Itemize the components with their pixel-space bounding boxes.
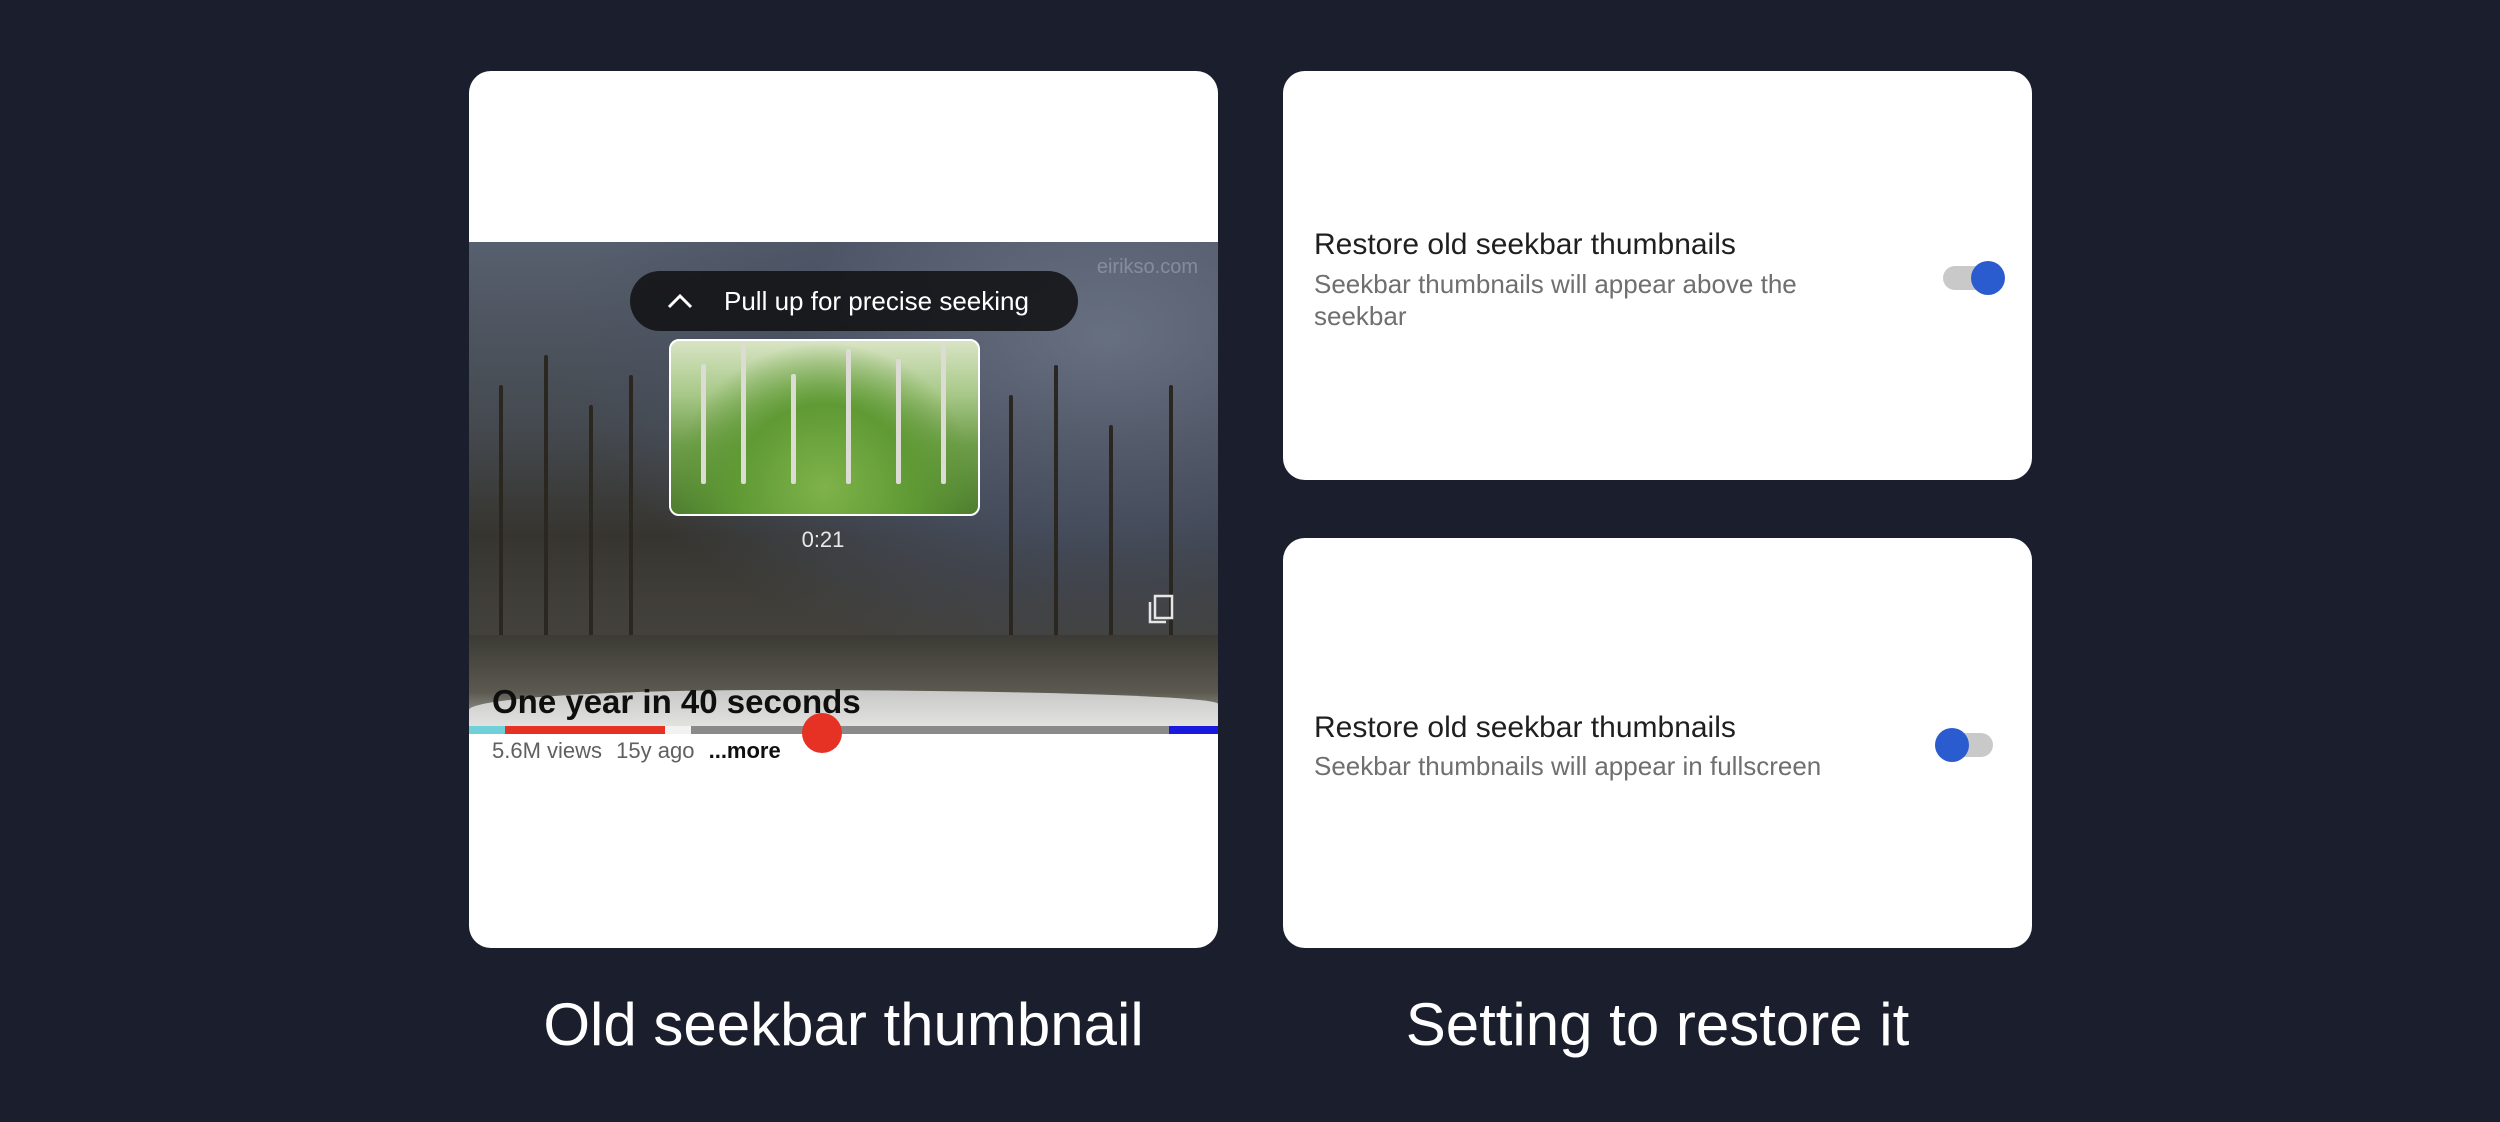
seekbar-chapter-start (469, 726, 505, 734)
precise-seeking-hint[interactable]: Pull up for precise seeking (630, 271, 1078, 331)
copy-icon[interactable] (1146, 593, 1176, 630)
setting-card-fullscreen[interactable]: Restore old seekbar thumbnails Seekbar t… (1283, 538, 2032, 948)
setting-description: Seekbar thumbnails will appear above the… (1314, 269, 1797, 331)
more-link[interactable]: ...more (709, 738, 781, 763)
upload-age: 15y ago (616, 738, 695, 763)
video-title[interactable]: One year in 40 seconds (492, 683, 861, 721)
seekbar-buffered (665, 726, 691, 734)
seekbar[interactable] (469, 726, 1218, 734)
chevron-up-icon (666, 292, 706, 310)
setting-title: Restore old seekbar thumbnails (1314, 228, 1736, 261)
seekbar-end-marker (1169, 726, 1218, 734)
seekbar-played (505, 726, 665, 734)
seekbar-thumbnail-preview (669, 339, 980, 516)
toggle-switch-off[interactable] (1935, 728, 1993, 762)
precise-seeking-label: Pull up for precise seeking (724, 285, 1029, 316)
video-player[interactable]: eirikso.com Pull up for precise seeking … (469, 242, 1218, 730)
setting-title: Restore old seekbar thumbnails (1314, 711, 1736, 744)
setting-description: Seekbar thumbnails will appear in fullsc… (1314, 751, 1822, 781)
preview-timestamp: 0:21 (801, 527, 845, 552)
toggle-switch-on[interactable] (1943, 261, 2005, 295)
caption-right: Setting to restore it (1405, 991, 1910, 1058)
video-metadata: 5.6M views 15y ago ...more (492, 738, 789, 764)
video-watermark: eirikso.com (1096, 256, 1198, 278)
player-card: eirikso.com Pull up for precise seeking … (469, 71, 1218, 948)
caption-left: Old seekbar thumbnail (543, 991, 1144, 1058)
setting-card-above-seekbar[interactable]: Restore old seekbar thumbnails Seekbar t… (1283, 71, 2032, 480)
view-count: 5.6M views (492, 738, 603, 763)
